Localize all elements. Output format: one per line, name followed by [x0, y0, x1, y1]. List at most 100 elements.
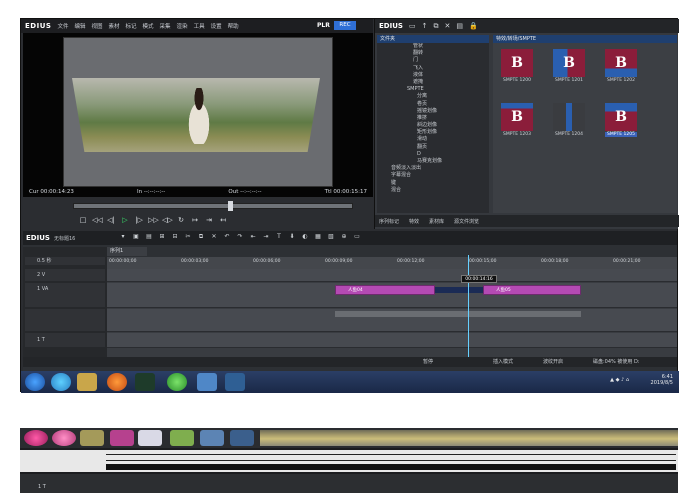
transition-block[interactable]	[435, 287, 483, 293]
effect-thumbnail[interactable]: B SMPTE 1203	[501, 103, 533, 137]
timeline-tool-icon[interactable]: ✂	[184, 233, 192, 243]
play-around-icon[interactable]: ◁▷	[162, 215, 173, 225]
loop-icon[interactable]: ↻	[176, 215, 186, 225]
menu-marker[interactable]: 标记	[126, 22, 137, 30]
properties-icon[interactable]: ▤	[456, 22, 463, 30]
menu-help[interactable]: 帮助	[228, 22, 239, 30]
timeline-tool-icon[interactable]: ⊞	[158, 233, 166, 243]
firefox-icon[interactable]	[107, 373, 127, 391]
timeline-tool-icon[interactable]: ⇤	[249, 233, 257, 243]
lane-1va[interactable]: 人鱼04 人鱼05	[107, 283, 677, 308]
tree-item[interactable]: 翻页	[377, 144, 489, 151]
timeline-tool-icon[interactable]: ▣	[132, 233, 140, 243]
tab-source-browser[interactable]: 源文件浏览	[454, 218, 479, 225]
up-icon[interactable]: ↑	[422, 22, 428, 30]
status-ripple[interactable]: 波纹开启	[543, 358, 563, 365]
track-1va-audio[interactable]	[25, 309, 105, 331]
timeline-tool-icon[interactable]: ▾	[119, 233, 127, 243]
tree-item[interactable]: 管状	[377, 43, 489, 50]
time-ruler[interactable]: 00:00:00;00 00:00:03;00 00:00:06;00 00:0…	[107, 257, 677, 269]
tab-bin[interactable]: 素材库	[429, 218, 444, 225]
tree-item[interactable]: 翻转	[377, 50, 489, 57]
tree-item[interactable]: 分离	[377, 93, 489, 100]
timeline-tool-icon[interactable]: ↷	[236, 233, 244, 243]
effect-thumbnail[interactable]: B SMPTE 1202	[605, 49, 637, 83]
tab-sequence-markers[interactable]: 序列标记	[379, 218, 399, 225]
play-icon[interactable]: ▷	[120, 215, 130, 225]
tree-item[interactable]: 飞入	[377, 65, 489, 72]
timeline-tool-icon[interactable]: ⧉	[197, 233, 205, 243]
timeline-tool-icon[interactable]: ▦	[314, 233, 322, 243]
effect-thumbnail[interactable]: SMPTE 1204	[553, 103, 585, 137]
set-in-icon[interactable]: ↦	[190, 215, 200, 225]
sequence-tab[interactable]: 序列1	[107, 247, 147, 256]
tree-item[interactable]: 液体	[377, 72, 489, 79]
menu-view[interactable]: 视图	[91, 22, 102, 30]
tree-item[interactable]: 键	[377, 180, 489, 187]
menu-tools[interactable]: 工具	[194, 22, 205, 30]
menu-render[interactable]: 渲染	[177, 22, 188, 30]
copy-icon[interactable]: ⧉	[433, 22, 438, 31]
track-1t[interactable]: 1 T	[25, 333, 105, 347]
clock[interactable]: 6:41 2019/8/5	[651, 374, 673, 386]
media-icon[interactable]	[225, 373, 245, 391]
insert-icon[interactable]: ↤	[218, 215, 228, 225]
explorer-icon[interactable]	[80, 430, 104, 446]
edius-icon[interactable]	[135, 373, 155, 391]
tree-item[interactable]: 滑动	[377, 136, 489, 143]
effect-thumbnail[interactable]: B SMPTE 1205	[605, 103, 637, 137]
playhead[interactable]	[468, 255, 469, 359]
explorer-icon[interactable]	[77, 373, 97, 391]
timeline-tool-icon[interactable]: ✕	[210, 233, 218, 243]
tree-item[interactable]: 遮掩	[377, 79, 489, 86]
timeline-tool-icon[interactable]: ⇥	[262, 233, 270, 243]
browser-icon[interactable]	[167, 373, 187, 391]
menu-capture[interactable]: 采集	[160, 22, 171, 30]
browser-icon[interactable]	[170, 430, 194, 446]
audio-waveform[interactable]	[335, 311, 581, 317]
ie-icon[interactable]	[51, 373, 71, 391]
menu-settings[interactable]: 设置	[211, 22, 222, 30]
effect-thumbnail[interactable]: B SMPTE 1200	[501, 49, 533, 83]
timeline-tool-icon[interactable]: T	[275, 233, 283, 243]
start-button-icon[interactable]	[25, 373, 45, 391]
plr-label[interactable]: PLR	[317, 22, 330, 29]
delete-icon[interactable]: ✕	[444, 22, 450, 30]
tree-item[interactable]: D	[377, 151, 489, 158]
tree-item[interactable]: 矩形划像	[377, 129, 489, 136]
menu-edit[interactable]: 编辑	[74, 22, 85, 30]
lane-1t[interactable]	[107, 333, 677, 348]
app-icon[interactable]	[110, 430, 134, 446]
timeline-tool-icon[interactable]: ◐	[301, 233, 309, 243]
track-1va[interactable]: 1 VA	[25, 283, 105, 307]
lane-1va-audio[interactable]	[107, 309, 677, 332]
menu-file[interactable]: 文件	[57, 22, 68, 30]
timeline-tool-icon[interactable]: ▤	[145, 233, 153, 243]
rec-button[interactable]: REC	[334, 21, 356, 30]
tree-item[interactable]: 混合	[377, 187, 489, 194]
tab-effects[interactable]: 特效	[409, 218, 419, 225]
clip-2[interactable]: 人鱼05	[483, 285, 581, 295]
app-icon[interactable]	[200, 430, 224, 446]
lane-2v[interactable]	[107, 269, 677, 282]
tree-item[interactable]: 摇镜划像	[377, 108, 489, 115]
rewind-icon[interactable]: ◁◁	[92, 215, 103, 225]
menu-mode[interactable]: 模式	[143, 22, 154, 30]
fast-forward-icon[interactable]: ▷▷	[148, 215, 159, 225]
step-back-icon[interactable]: ◁|	[106, 215, 116, 225]
tree-item[interactable]: 卷页	[377, 101, 489, 108]
scrub-bar[interactable]	[73, 203, 353, 209]
timeline-tool-icon[interactable]: ⬇	[288, 233, 296, 243]
tree-item[interactable]: 推挤	[377, 115, 489, 122]
menu-clip[interactable]: 素材	[108, 22, 119, 30]
tree-item[interactable]: 字幕混合	[377, 172, 489, 179]
folder-icon[interactable]: ▭	[409, 22, 416, 30]
timeline-tool-icon[interactable]: ▭	[353, 233, 361, 243]
stop-icon[interactable]: □	[78, 215, 88, 225]
set-out-icon[interactable]: ⇥	[204, 215, 214, 225]
step-forward-icon[interactable]: |▷	[134, 215, 144, 225]
timeline-tool-icon[interactable]: ⊕	[340, 233, 348, 243]
zoom-control[interactable]: 0.5 秒	[25, 257, 105, 265]
app-icon[interactable]	[197, 373, 217, 391]
app-icon[interactable]	[52, 430, 76, 446]
